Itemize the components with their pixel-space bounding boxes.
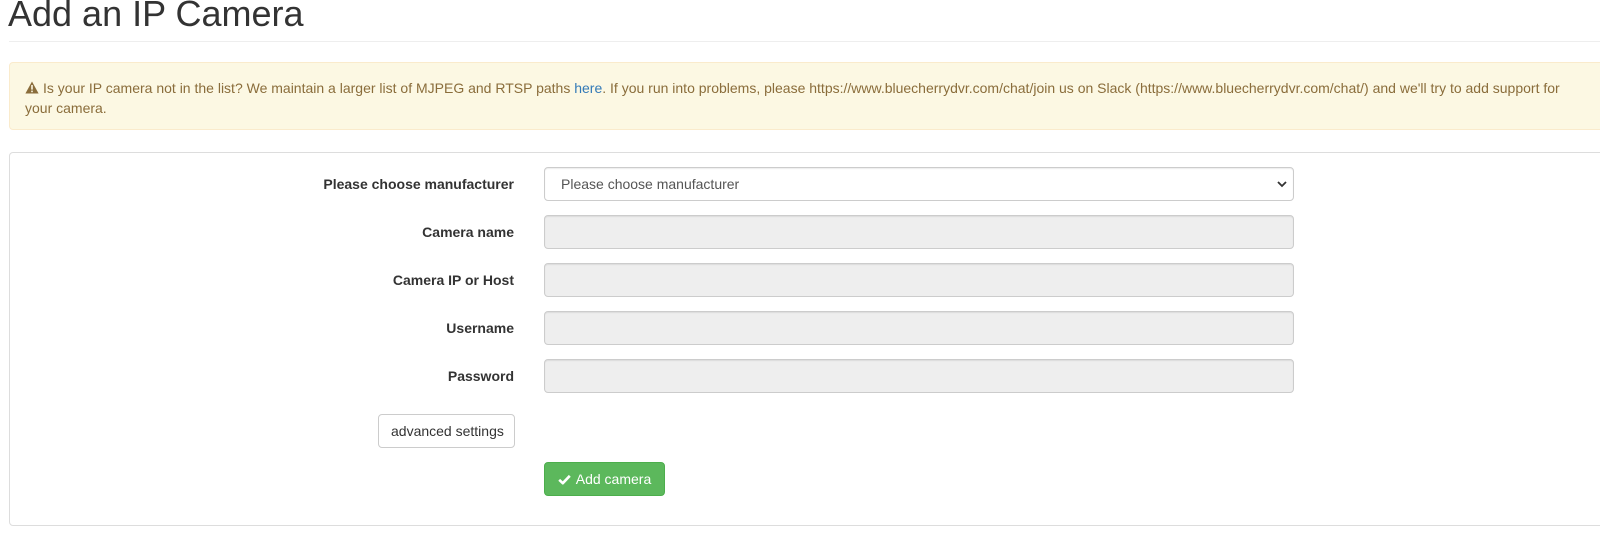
advanced-settings-label: advanced settings (391, 423, 504, 439)
add-camera-button[interactable]: Add camera (544, 462, 665, 496)
manufacturer-select-value: Please choose manufacturer (561, 176, 740, 192)
advanced-settings-button[interactable]: advanced settings (378, 414, 515, 448)
chevron-down-icon (1277, 181, 1287, 188)
info-alert: Is your IP camera not in the list? We ma… (9, 62, 1600, 130)
camera-name-label: Camera name (422, 224, 514, 240)
page-title: Add an IP Camera (8, 0, 304, 34)
add-camera-label: Add camera (575, 471, 652, 487)
password-label: Password (447, 368, 514, 384)
username-label: Username (446, 320, 514, 336)
check-icon (558, 474, 571, 485)
warning-icon (25, 81, 39, 94)
password-input[interactable] (544, 359, 1294, 393)
manufacturer-label: Please choose manufacturer (323, 176, 514, 192)
camera-host-label: Camera IP or Host (392, 272, 514, 288)
camera-name-input[interactable] (544, 215, 1294, 249)
camera-host-input[interactable] (544, 263, 1294, 297)
mjpeg-rtsp-paths-link[interactable]: here (574, 80, 602, 96)
alert-text-start: Is your IP camera not in the list? We ma… (43, 80, 575, 96)
manufacturer-select[interactable]: Please choose manufacturer (544, 167, 1294, 201)
username-input[interactable] (544, 311, 1294, 345)
title-divider (9, 41, 1600, 42)
